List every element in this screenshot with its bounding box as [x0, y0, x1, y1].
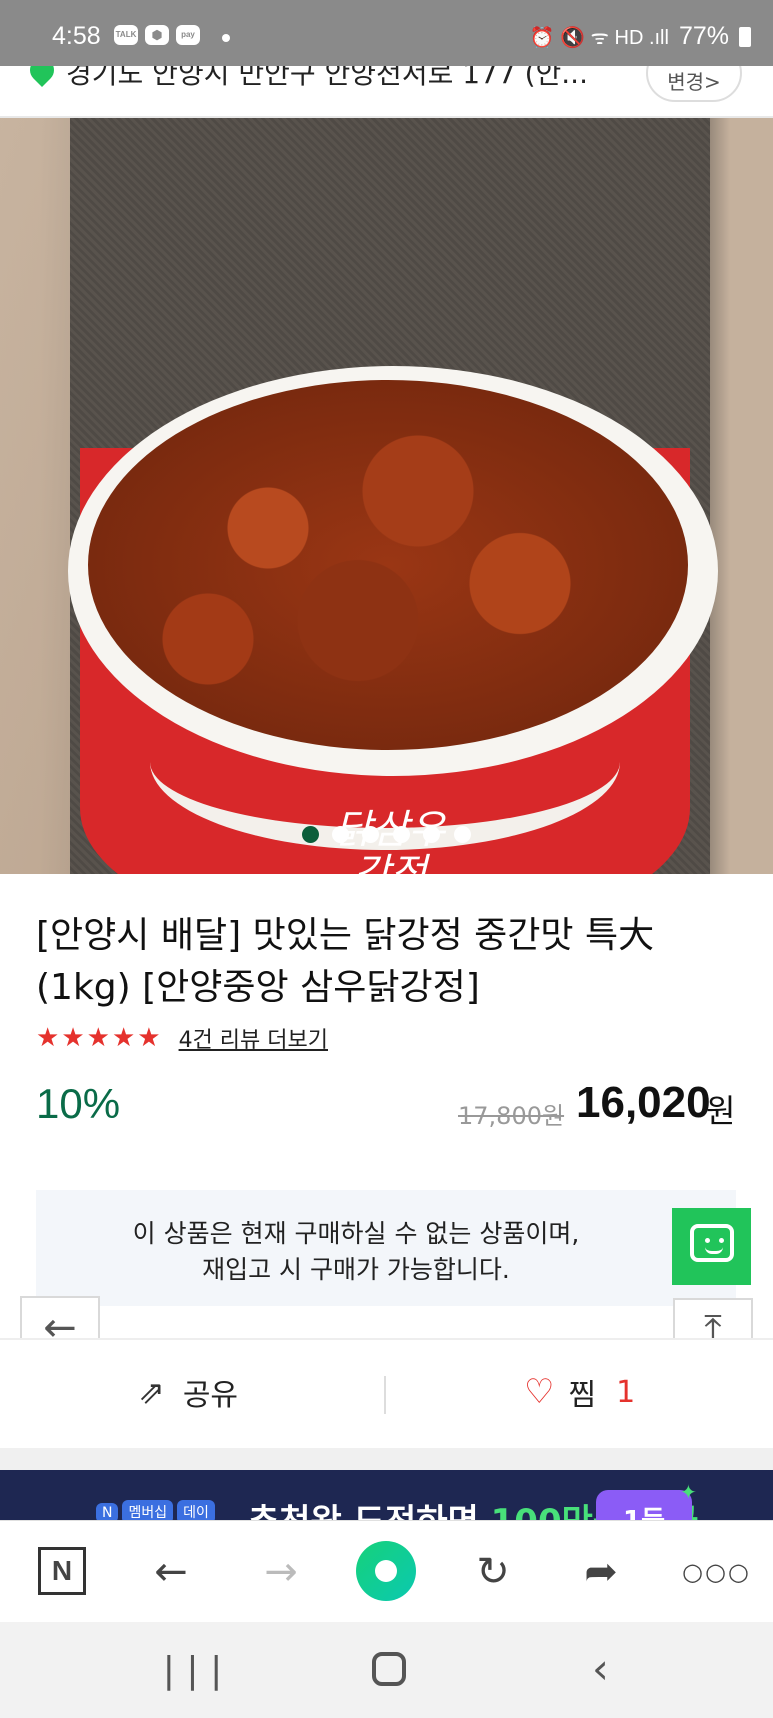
review-link[interactable]: 4건 리뷰 더보기	[179, 1022, 328, 1054]
share-label: 공유	[182, 1378, 239, 1413]
wishlist-button[interactable]: ♡ 찜 1	[524, 1370, 635, 1414]
star-icon: ★	[36, 1023, 60, 1053]
reload-button[interactable]: ↻	[466, 1547, 520, 1601]
wishlist-label: 찜	[568, 1378, 597, 1413]
discount-rate: 10%	[36, 1080, 121, 1127]
carousel-dot-5[interactable]	[423, 826, 440, 843]
system-back-button[interactable]: ‹	[592, 1644, 609, 1693]
more-menu-button[interactable]: ○○○	[682, 1547, 749, 1601]
pay-icon: pay	[176, 25, 200, 45]
carousel-dot-4[interactable]	[393, 826, 410, 843]
carousel-dot-3[interactable]	[362, 826, 379, 843]
status-right-group: ⏰ 🔇 ᯤ HD .ıll 77%	[530, 22, 751, 51]
carousel-dot-1[interactable]	[302, 826, 319, 843]
fried-chicken-image	[88, 380, 688, 750]
wishlist-count: 1	[616, 1374, 636, 1410]
notice-line-2: 재입고 시 구매가 가능합니다.	[202, 1255, 510, 1284]
banner-tag-membership: 멤버십	[122, 1500, 174, 1520]
notice-text: 이 상품은 현재 구매하실 수 없는 상품이며, 재입고 시 구매가 가능합니다…	[76, 1216, 636, 1288]
product-title: [안양시 배달] 맛있는 닭강정 중간맛 특大 (1kg) [안양중앙 삼우닭강…	[36, 915, 655, 1008]
star-icon: ★	[111, 1023, 136, 1053]
chat-icon	[690, 1224, 734, 1262]
system-icons: ⏰ 🔇 ᯤ HD .ıll	[529, 27, 669, 49]
banner-tags: N 멤버십 데이	[96, 1500, 219, 1520]
action-row: ⇗ 공유 ♡ 찜 1	[0, 1338, 773, 1448]
share-button[interactable]: ⇗ 공유	[138, 1370, 238, 1414]
kakaotalk-icon: TALK	[114, 25, 138, 45]
carousel-dot-2[interactable]	[332, 826, 349, 843]
banner-badge: 1등	[596, 1490, 692, 1520]
star-icon: ★	[61, 1023, 85, 1053]
divider	[384, 1376, 386, 1414]
recent-apps-button[interactable]: |||	[158, 1650, 229, 1691]
browser-share-button[interactable]: ➦	[574, 1547, 628, 1601]
original-price: 17,800원	[458, 1102, 565, 1130]
location-pin-icon	[25, 66, 59, 87]
banner-tag-day: 데이	[177, 1500, 215, 1520]
notice-line-1: 이 상품은 현재 구매하실 수 없는 상품이며,	[132, 1219, 580, 1248]
green-dot-button[interactable]	[356, 1541, 416, 1601]
status-bar: 4:58 TALK ⬢ pay ⏰ 🔇 ᯤ HD .ıll 77%	[0, 0, 773, 66]
change-address-button[interactable]: 변경>	[646, 66, 742, 102]
promo-banner[interactable]: N멤버십데이 추천왕 도전하면 100만원 상금 1등 ✦	[0, 1470, 773, 1520]
box-icon: ⬢	[145, 25, 169, 45]
naver-home-button[interactable]: N	[38, 1547, 86, 1595]
notification-dot	[222, 34, 230, 42]
banner-text-main: 추천왕 도전하면	[248, 1502, 491, 1520]
section-gap	[0, 1448, 773, 1470]
sparkle-icon: ✦	[680, 1480, 697, 1504]
delivery-address[interactable]: 경기도 안양시 만안구 안양천서로 177 (안...	[66, 66, 588, 92]
status-time: 4:58	[52, 22, 101, 50]
browser-toolbar: N ← → ↻ ➦ ○○○	[0, 1520, 773, 1622]
system-nav-bar: ||| ‹	[0, 1622, 773, 1718]
carousel-dot-6[interactable]	[454, 826, 471, 843]
home-button[interactable]	[372, 1652, 406, 1686]
battery-percent: 77%	[678, 22, 729, 50]
battery-icon	[739, 26, 751, 47]
out-of-stock-notice: 이 상품은 현재 구매하실 수 없는 상품이며, 재입고 시 구매가 가능합니다…	[36, 1190, 736, 1306]
sale-price: 16,020	[576, 1078, 711, 1127]
sale-price-unit: 원	[706, 1092, 736, 1130]
share-icon: ⇗	[138, 1373, 165, 1411]
product-image-carousel[interactable]: 닭삼우 강정	[0, 118, 773, 874]
browser-back-button[interactable]: ←	[144, 1547, 198, 1601]
chat-button[interactable]	[672, 1208, 751, 1285]
heart-icon: ♡	[524, 1372, 555, 1412]
star-icon: ★	[137, 1023, 161, 1053]
browser-forward-button[interactable]: →	[254, 1547, 308, 1601]
delivery-address-bar: 경기도 안양시 만안구 안양천서로 177 (안... 변경>	[0, 66, 773, 118]
star-icon: ★	[86, 1023, 110, 1053]
banner-tag-n: N	[96, 1503, 119, 1520]
rating-row: ★ ★ ★ ★ ★ 4건 리뷰 더보기	[36, 1022, 328, 1054]
